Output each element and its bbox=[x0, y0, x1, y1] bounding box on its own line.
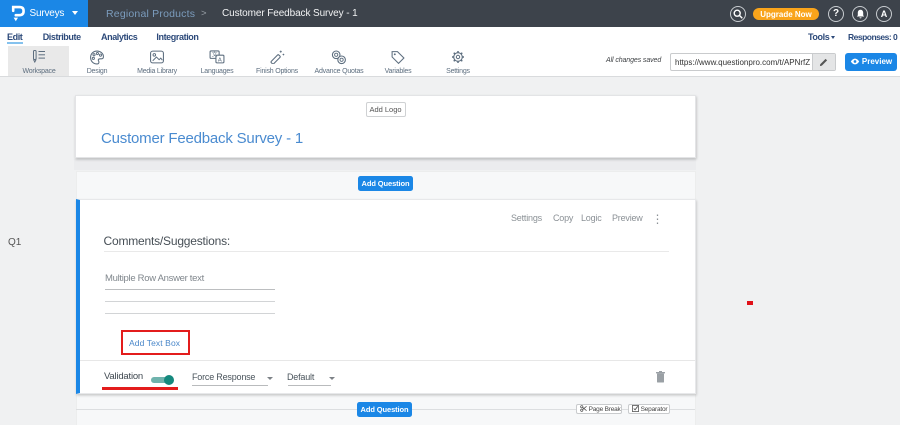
svg-text:文: 文 bbox=[212, 50, 218, 58]
svg-text:A: A bbox=[218, 58, 222, 64]
